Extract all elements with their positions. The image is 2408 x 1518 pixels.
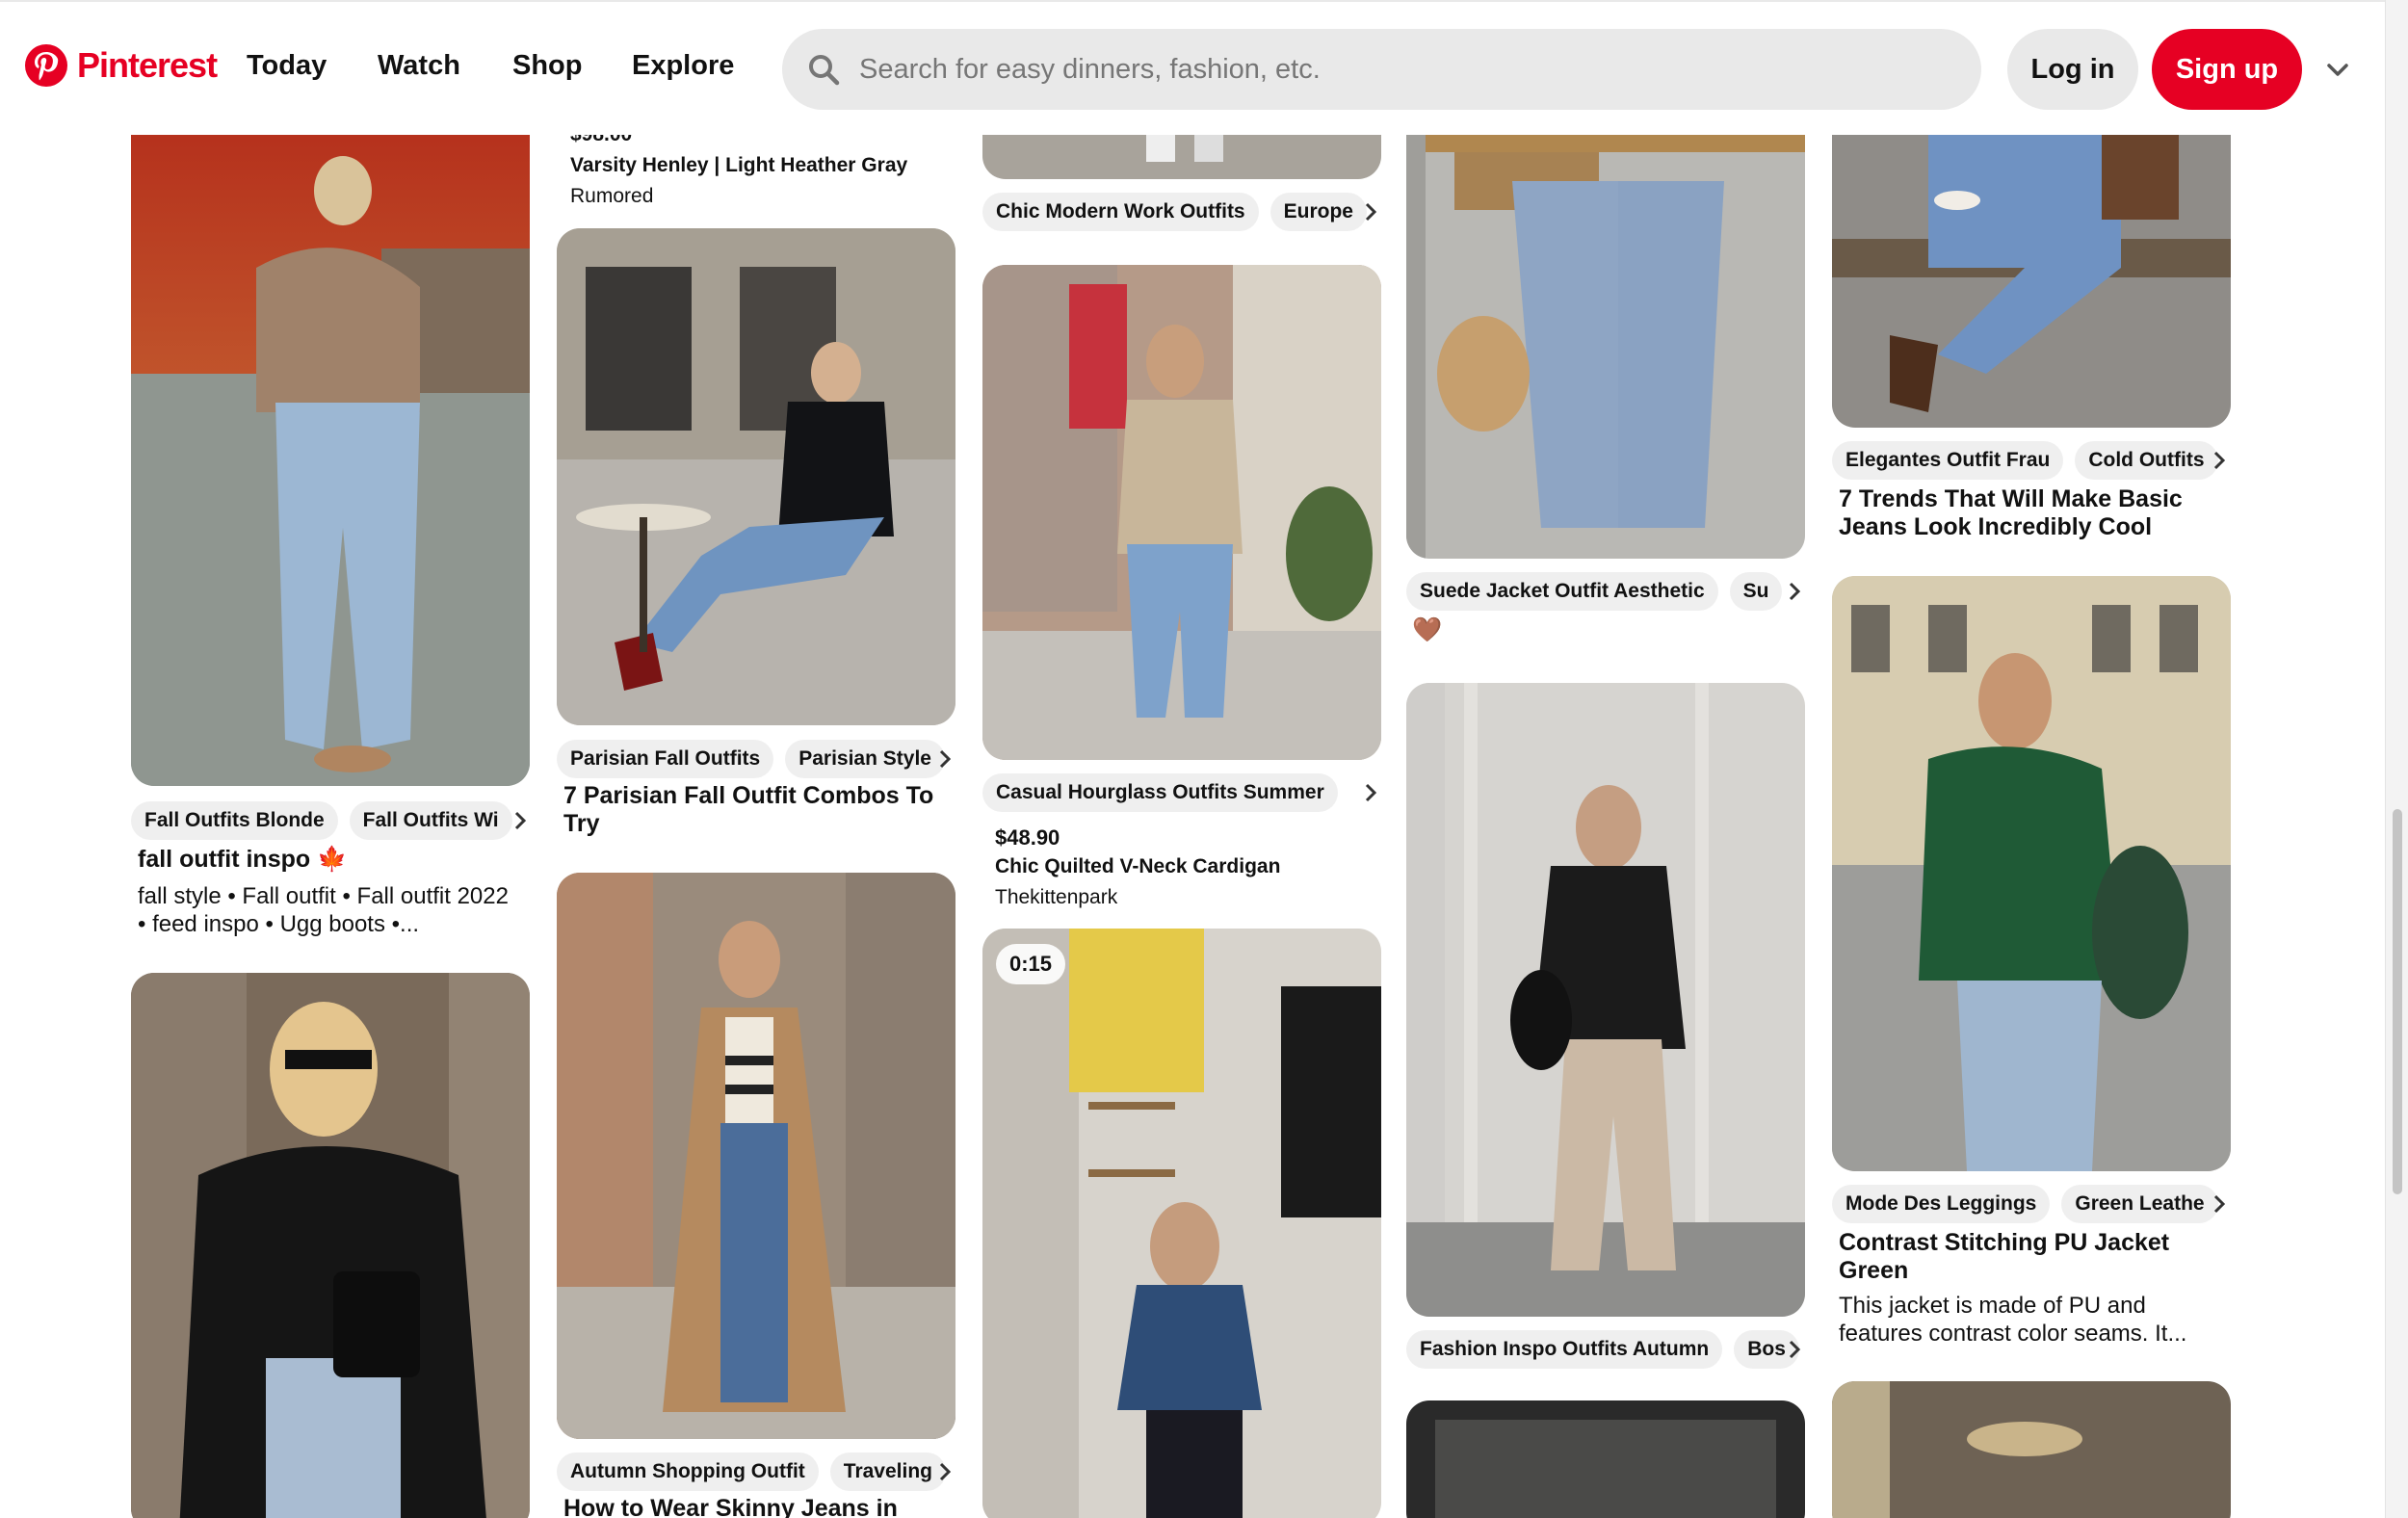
chevron-right-icon[interactable]: [1357, 773, 1384, 812]
pin-source[interactable]: Rumored: [570, 185, 653, 208]
pin-source[interactable]: Thekittenpark: [995, 886, 1117, 909]
pin-price: $48.90: [995, 825, 1060, 850]
related-tags: Chic Modern Work Outfits Europe: [982, 193, 1381, 231]
nav-today[interactable]: Today: [247, 50, 327, 82]
pinterest-logo[interactable]: Pinterest: [25, 44, 218, 87]
pin-title[interactable]: 7 Parisian Fall Outfit Combos To Try: [563, 782, 949, 838]
scrollbar-thumb[interactable]: [2393, 809, 2402, 1194]
chevron-right-icon[interactable]: [1357, 193, 1384, 231]
pin-title-text: fall outfit inspo: [138, 846, 311, 873]
pin-image[interactable]: [131, 973, 530, 1518]
login-button[interactable]: Log in: [2007, 29, 2138, 110]
tag-chip[interactable]: Su: [1729, 572, 1783, 611]
pin-video[interactable]: [982, 929, 1381, 1518]
tag-chip[interactable]: Autumn Shopping Outfit: [557, 1453, 819, 1491]
pinterest-logo-icon: [25, 44, 67, 87]
related-tags: Parisian Fall Outfits Parisian Style: [557, 740, 955, 778]
pin-image[interactable]: [1406, 1400, 1805, 1518]
related-tags: Casual Hourglass Outfits Summer: [982, 773, 1381, 812]
brand-name: Pinterest: [77, 45, 218, 85]
tag-chip[interactable]: Elegantes Outfit Frau: [1832, 441, 2064, 480]
tag-chip[interactable]: Mode Des Leggings: [1832, 1185, 2051, 1223]
chevron-right-icon[interactable]: [507, 801, 534, 840]
pin-description: This jacket is made of PU and features c…: [1839, 1293, 2187, 1347]
tag-chip[interactable]: Parisian Fall Outfits: [557, 740, 774, 778]
search-bar[interactable]: [782, 29, 1981, 110]
tag-chip[interactable]: Fall Outfits Wi: [349, 801, 512, 840]
pin-image[interactable]: [1406, 683, 1805, 1317]
pin-title[interactable]: Contrast Stitching PU Jacket Green: [1839, 1229, 2224, 1285]
chevron-right-icon[interactable]: [2206, 1185, 2233, 1223]
search-input[interactable]: [859, 53, 1919, 86]
tag-chip[interactable]: Fashion Inspo Outfits Autumn: [1406, 1330, 1723, 1369]
related-tags: Mode Des Leggings Green Leathe: [1832, 1185, 2231, 1223]
search-icon: [807, 53, 840, 86]
page-scrollbar[interactable]: [2385, 0, 2408, 1518]
tag-chip[interactable]: Cold Outfits: [2075, 441, 2218, 480]
top-header: Pinterest Today Watch Shop Explore Log i…: [0, 0, 2385, 135]
nav-explore[interactable]: Explore: [632, 50, 734, 82]
chevron-down-icon[interactable]: [2323, 56, 2352, 85]
pin-title[interactable]: Chic Quilted V-Neck Cardigan: [995, 855, 1280, 878]
related-tags: Autumn Shopping Outfit Traveling: [557, 1453, 955, 1491]
related-tags: Elegantes Outfit Frau Cold Outfits: [1832, 441, 2231, 480]
pin-description: fall style • Fall outfit • Fall outfit 2…: [138, 883, 509, 937]
tag-chip[interactable]: Fall Outfits Blonde: [131, 801, 338, 840]
pin-title[interactable]: fall outfit inspo 🍁: [138, 846, 523, 874]
signup-button[interactable]: Sign up: [2152, 29, 2302, 110]
nav-watch[interactable]: Watch: [378, 50, 460, 82]
tag-chip[interactable]: Parisian Style: [785, 740, 945, 778]
related-tags: Suede Jacket Outfit Aesthetic Su: [1406, 572, 1805, 611]
pin-image[interactable]: [1832, 123, 2231, 428]
pin-image[interactable]: [557, 228, 955, 725]
video-duration: 0:15: [996, 944, 1066, 984]
related-tags: Fashion Inspo Outfits Autumn Bos: [1406, 1330, 1805, 1369]
leaf-emoji: 🍁: [317, 846, 348, 873]
chevron-right-icon[interactable]: [2206, 441, 2233, 480]
pin-title[interactable]: How to Wear Skinny Jeans in: [563, 1495, 949, 1518]
tag-chip[interactable]: Green Leathe: [2061, 1185, 2218, 1223]
pin-title[interactable]: Varsity Henley | Light Heather Gray: [570, 154, 907, 177]
tag-chip[interactable]: Casual Hourglass Outfits Summer: [982, 773, 1338, 812]
tag-chip[interactable]: Traveling: [829, 1453, 946, 1491]
chevron-right-icon[interactable]: [931, 740, 958, 778]
pin-image[interactable]: [557, 873, 955, 1439]
pin-image[interactable]: [1406, 123, 1805, 559]
pin-image[interactable]: [131, 123, 530, 786]
chevron-right-icon[interactable]: [1781, 1330, 1808, 1369]
pin-image[interactable]: [982, 265, 1381, 760]
nav-shop[interactable]: Shop: [512, 50, 583, 82]
chevron-right-icon[interactable]: [1781, 572, 1808, 611]
pin-title[interactable]: 7 Trends That Will Make Basic Jeans Look…: [1839, 485, 2224, 541]
heart-emoji: 🤎: [1412, 616, 1443, 643]
chevron-right-icon[interactable]: [931, 1453, 958, 1491]
pin-image[interactable]: [1832, 576, 2231, 1171]
tag-chip[interactable]: Suede Jacket Outfit Aesthetic: [1406, 572, 1718, 611]
related-tags: Fall Outfits Blonde Fall Outfits Wi: [131, 801, 530, 840]
pin-image[interactable]: [1832, 1381, 2231, 1518]
tag-chip[interactable]: Europe: [1269, 193, 1367, 231]
tag-chip[interactable]: Chic Modern Work Outfits: [982, 193, 1259, 231]
